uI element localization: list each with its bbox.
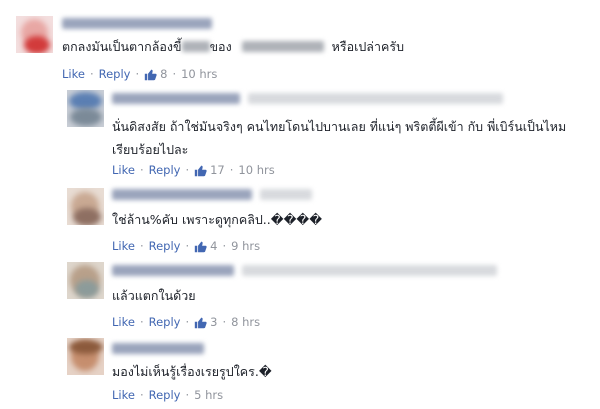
like-count: 8 xyxy=(160,67,168,81)
comment-text: แล้วแตกในด้วย xyxy=(112,288,196,303)
separator: · xyxy=(139,388,144,402)
author-name-redacted[interactable] xyxy=(112,265,234,276)
separator: · xyxy=(185,388,190,402)
separator: · xyxy=(135,67,140,81)
author-name-redacted[interactable] xyxy=(112,343,204,354)
like-link[interactable]: Like xyxy=(112,315,135,329)
thumbs-up-icon[interactable] xyxy=(194,164,207,177)
separator: · xyxy=(139,315,144,329)
comment-text: นั่นดิสงสัย ถ้าใช่มันจริงๆ คนไทยโดนไปบาน… xyxy=(112,119,567,157)
reply-link[interactable]: Reply xyxy=(149,163,181,177)
like-link[interactable]: Like xyxy=(112,239,135,253)
separator: · xyxy=(139,163,144,177)
comment-actions: Like · Reply · 4 · 9 hrs xyxy=(112,239,260,253)
separator: · xyxy=(222,315,227,329)
separator: · xyxy=(222,239,227,253)
like-count: 3 xyxy=(210,315,218,329)
separator: · xyxy=(185,315,190,329)
separator: · xyxy=(185,163,190,177)
reply-link[interactable]: Reply xyxy=(149,315,181,329)
comment-text: มองไม่เห็นรู้เรื่องเรยรูปใคร.� xyxy=(112,364,272,379)
author-name-redacted xyxy=(260,189,312,200)
separator: · xyxy=(172,67,177,81)
author-name-redacted[interactable] xyxy=(62,18,212,29)
timestamp[interactable]: 5 hrs xyxy=(194,388,223,402)
separator: · xyxy=(229,163,234,177)
like-count: 17 xyxy=(210,163,225,177)
timestamp[interactable]: 8 hrs xyxy=(231,315,260,329)
like-count: 4 xyxy=(210,239,218,253)
avatar[interactable] xyxy=(67,262,104,299)
avatar[interactable] xyxy=(67,188,104,225)
separator: · xyxy=(185,239,190,253)
redacted-text xyxy=(181,41,210,52)
redacted-text xyxy=(241,41,324,52)
thumbs-up-icon[interactable] xyxy=(194,240,207,253)
comment-actions: Like · Reply · 5 hrs xyxy=(112,388,223,402)
timestamp[interactable]: 10 hrs xyxy=(238,163,274,177)
author-name-redacted[interactable] xyxy=(112,93,240,104)
avatar[interactable] xyxy=(67,90,104,127)
author-name-redacted xyxy=(242,265,497,276)
comment-text: ตกลงมันเป็นตากล้องขี้ ของ หรือเปล่าครับ xyxy=(62,39,404,54)
reply-link[interactable]: Reply xyxy=(149,388,181,402)
separator: · xyxy=(89,67,94,81)
avatar[interactable] xyxy=(67,338,104,375)
like-link[interactable]: Like xyxy=(112,388,135,402)
comment-actions: Like · Reply · 8 · 10 hrs xyxy=(62,67,217,81)
avatar[interactable] xyxy=(16,16,53,53)
thumbs-up-icon[interactable] xyxy=(194,316,207,329)
separator: · xyxy=(139,239,144,253)
author-name-redacted xyxy=(248,93,503,104)
reply-link[interactable]: Reply xyxy=(99,67,131,81)
timestamp[interactable]: 9 hrs xyxy=(231,239,260,253)
comment-actions: Like · Reply · 17 · 10 hrs xyxy=(112,163,275,177)
timestamp[interactable]: 10 hrs xyxy=(181,67,217,81)
author-name-redacted[interactable] xyxy=(112,189,252,200)
reply-link[interactable]: Reply xyxy=(149,239,181,253)
like-link[interactable]: Like xyxy=(62,67,85,81)
thumbs-up-icon[interactable] xyxy=(144,68,157,81)
like-link[interactable]: Like xyxy=(112,163,135,177)
comment-text: ใช่ล้าน%คับ เพราะดูทุกคลิป..���� xyxy=(112,212,323,227)
comment-actions: Like · Reply · 3 · 8 hrs xyxy=(112,315,260,329)
